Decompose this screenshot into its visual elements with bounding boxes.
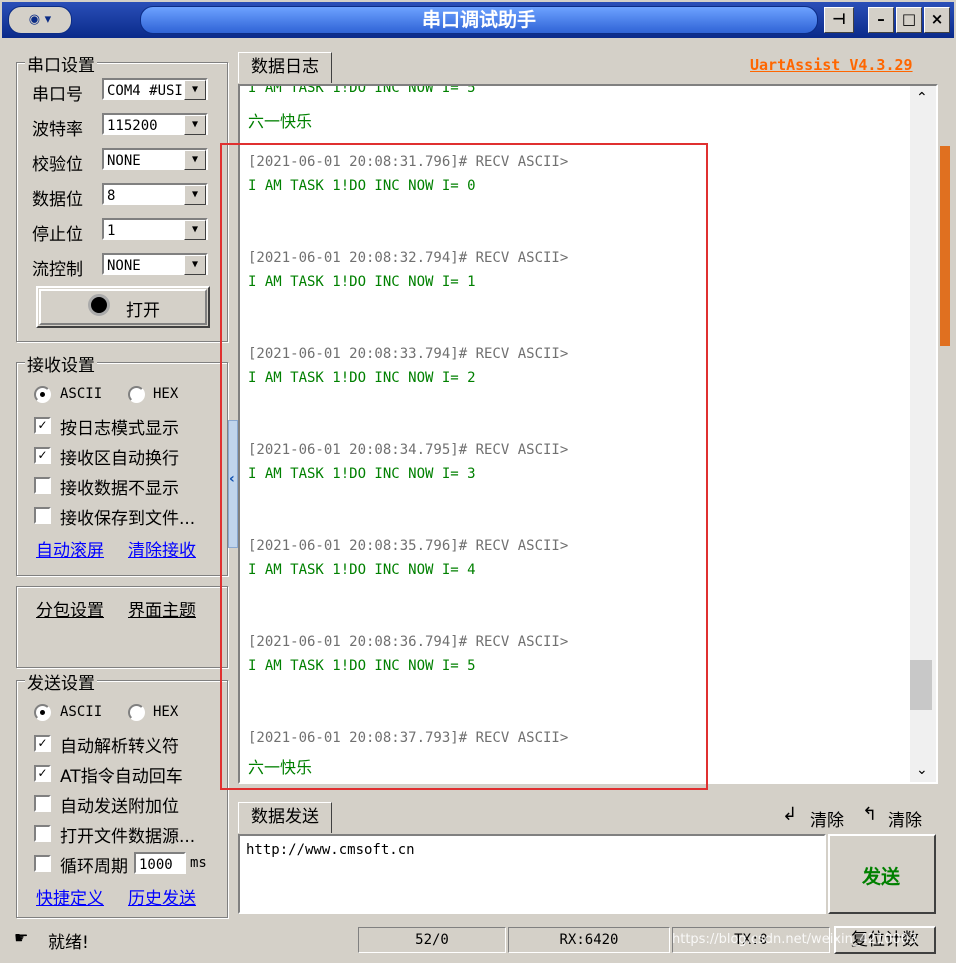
serial-field-combo[interactable]: 115200 ▼: [102, 113, 208, 135]
watermark: https://blog.csdn.net/weixin_4210003: [672, 932, 918, 947]
chevron-down-icon[interactable]: ▼: [184, 255, 206, 275]
serial-field-label: 数据位: [32, 190, 83, 210]
send-button[interactable]: 发送: [828, 834, 936, 914]
auto-scroll-link[interactable]: 自动滚屏: [36, 536, 104, 561]
open-button-label: 打开: [126, 301, 160, 321]
serial-field-value: NONE: [107, 153, 141, 169]
serial-field-combo[interactable]: COM4 #USI ▼: [102, 78, 208, 100]
send-option-checkbox[interactable]: [34, 825, 51, 842]
serial-field-combo[interactable]: 1 ▼: [102, 218, 208, 240]
tab-data-send[interactable]: 数据发送: [238, 802, 332, 833]
log-partial-line: I AM TASK 1!DO INC NOW I= 5: [248, 84, 476, 96]
send-hex-label: HEX: [153, 704, 179, 720]
send-option-label: AT指令自动回车: [60, 767, 183, 787]
send-option-label: 自动解析转义符: [60, 737, 179, 757]
shortcut-link[interactable]: 快捷定义: [36, 884, 104, 909]
receive-settings-title: 接收设置: [25, 351, 97, 376]
record-icon: [88, 294, 110, 316]
app-menu-icon: ◉ ▾: [28, 12, 52, 27]
cycle-input[interactable]: 1000: [134, 852, 186, 874]
serial-field-value: COM4 #USI: [107, 83, 183, 99]
status-counter: 52/0: [358, 927, 506, 953]
serial-field-value: 8: [107, 188, 116, 204]
serial-field-combo[interactable]: NONE ▼: [102, 253, 208, 275]
send-option-checkbox[interactable]: ✓: [34, 765, 51, 782]
serial-field-label: 波特率: [32, 120, 83, 140]
close-button[interactable]: ×: [924, 7, 950, 33]
chevron-down-icon[interactable]: ▼: [184, 115, 206, 135]
recv-ascii-radio[interactable]: [34, 386, 51, 403]
send-button-label: 发送: [862, 866, 901, 888]
chevron-down-icon[interactable]: ▼: [184, 220, 206, 240]
status-rx: RX:6420: [508, 927, 670, 953]
serial-field-label: 校验位: [32, 155, 83, 175]
serial-field-label: 串口号: [32, 85, 83, 105]
log-scroll-thumb[interactable]: [910, 660, 932, 710]
cycle-label: 循环周期: [60, 857, 128, 877]
scroll-down-icon[interactable]: ⌄: [916, 762, 928, 778]
recv-hex-radio[interactable]: [128, 386, 145, 403]
history-link[interactable]: 历史发送: [128, 884, 196, 909]
serial-field-value: NONE: [107, 258, 141, 274]
log-scrollbar[interactable]: ⌃ ⌄: [910, 86, 936, 782]
scroll-up-icon[interactable]: ⌃: [916, 90, 928, 106]
send-option-label: 自动发送附加位: [60, 797, 179, 817]
recv-option-checkbox[interactable]: ✓: [34, 417, 51, 434]
serial-field-value: 115200: [107, 118, 158, 134]
recv-ascii-label: ASCII: [60, 386, 103, 402]
clear-history-icon: ↰: [862, 804, 878, 825]
recv-option-label: 接收数据不显示: [60, 479, 179, 499]
clear-send-link[interactable]: 清除: [810, 806, 844, 831]
recv-option-checkbox[interactable]: ✓: [34, 447, 51, 464]
log-top-text: 六一快乐: [248, 112, 313, 131]
recv-option-label: 接收保存到文件...: [60, 509, 196, 529]
send-hex-radio[interactable]: [128, 704, 145, 721]
send-settings-title: 发送设置: [25, 669, 97, 694]
outer-scroll-indicator: [940, 146, 950, 346]
clear-send-icon: ↲: [782, 804, 798, 825]
serial-field-combo[interactable]: NONE ▼: [102, 148, 208, 170]
pin-icon[interactable]: ⊣: [824, 7, 854, 33]
serial-settings-title: 串口设置: [25, 51, 97, 76]
recv-option-label: 按日志模式显示: [60, 419, 179, 439]
clear-receive-link[interactable]: 清除接收: [128, 536, 196, 561]
version-link[interactable]: UartAssist V4.3.29: [750, 56, 913, 74]
serial-field-value: 1: [107, 223, 116, 239]
send-ascii-radio[interactable]: [34, 704, 51, 721]
minimize-button[interactable]: –: [868, 7, 894, 33]
recv-option-checkbox[interactable]: [34, 507, 51, 524]
recv-option-label: 接收区自动换行: [60, 449, 179, 469]
send-input[interactable]: http://www.cmsoft.cn: [238, 834, 826, 914]
send-option-checkbox[interactable]: ✓: [34, 735, 51, 752]
cycle-checkbox[interactable]: [34, 855, 51, 872]
send-option-checkbox[interactable]: [34, 795, 51, 812]
serial-field-label: 停止位: [32, 225, 83, 245]
status-ready: 就绪!: [48, 933, 89, 953]
recv-hex-label: HEX: [153, 386, 179, 402]
chevron-down-icon[interactable]: ▼: [184, 185, 206, 205]
tab-data-log[interactable]: 数据日志: [238, 52, 332, 83]
send-ascii-label: ASCII: [60, 704, 103, 720]
open-port-button[interactable]: 打开: [36, 286, 210, 328]
maximize-button[interactable]: □: [896, 7, 922, 33]
ready-icon: ☛: [14, 928, 29, 947]
chevron-down-icon[interactable]: ▼: [184, 150, 206, 170]
window-title: 串口调试助手: [140, 6, 818, 34]
theme-link[interactable]: 界面主题: [128, 596, 196, 621]
send-option-label: 打开文件数据源...: [60, 827, 196, 847]
cycle-unit: ms: [190, 855, 207, 871]
highlight-box: [220, 143, 708, 790]
app-menu-button[interactable]: ◉ ▾: [8, 6, 72, 34]
recv-option-checkbox[interactable]: [34, 477, 51, 494]
serial-field-label: 流控制: [32, 260, 83, 280]
chevron-down-icon[interactable]: ▼: [184, 80, 206, 100]
packet-settings-link[interactable]: 分包设置: [36, 596, 104, 621]
send-input-text: http://www.cmsoft.cn: [246, 842, 415, 858]
serial-field-combo[interactable]: 8 ▼: [102, 183, 208, 205]
clear-history-link[interactable]: 清除: [888, 806, 922, 831]
